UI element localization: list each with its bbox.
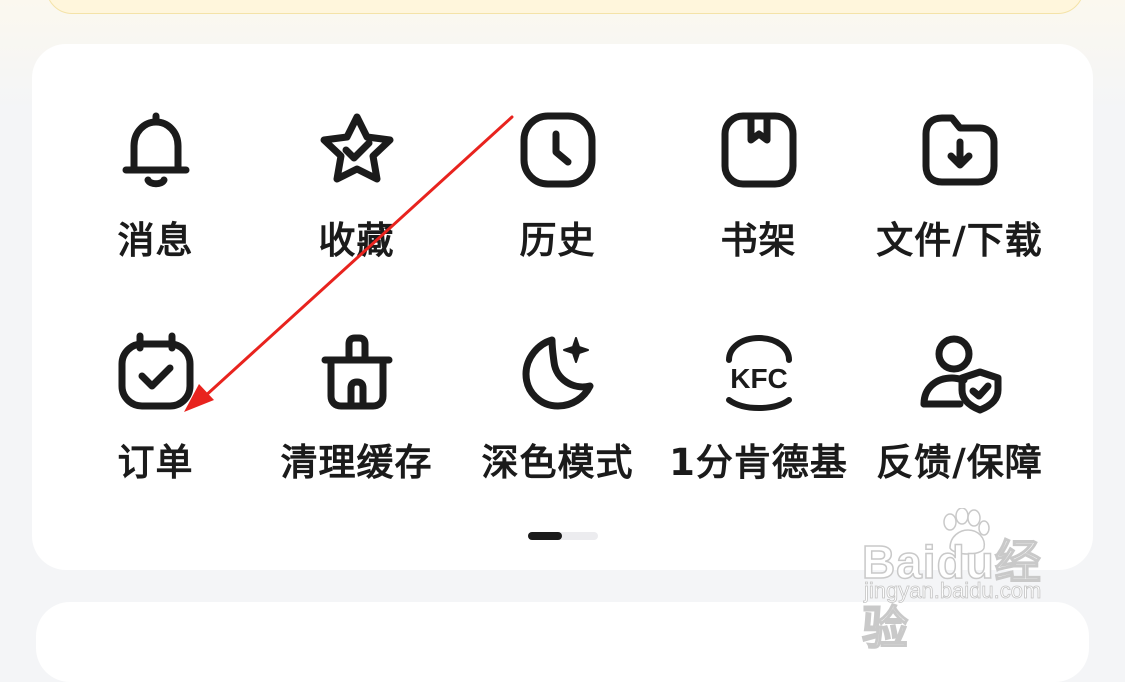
menu-item-orders[interactable]: 订单: [55, 326, 256, 508]
bookmark-icon: [717, 108, 801, 192]
menu-item-feedback-protection[interactable]: 反馈/保障: [859, 326, 1060, 508]
menu-item-label: 反馈/保障: [876, 441, 1043, 484]
watermark: Baidu经验 jingyan.baidu.com: [861, 508, 1072, 655]
top-banner[interactable]: [46, 0, 1084, 14]
clock-icon: [516, 108, 600, 192]
page-indicator[interactable]: [528, 532, 598, 540]
kfc-icon: KFC: [717, 330, 801, 414]
folder-download-icon: [918, 108, 1002, 192]
page-indicator-active: [528, 532, 562, 540]
menu-item-label: 收藏: [318, 219, 395, 262]
kfc-text: KFC: [730, 363, 788, 394]
menu-item-label: 清理缓存: [280, 441, 433, 484]
bell-icon: [114, 108, 198, 192]
menu-item-label: 1分肯德基: [669, 441, 848, 484]
menu-item-messages[interactable]: 消息: [55, 104, 256, 286]
menu-item-label: 订单: [117, 441, 194, 484]
menu-item-label: 历史: [519, 219, 596, 262]
menu-item-history[interactable]: 历史: [457, 104, 658, 286]
menu-grid: 消息 收藏 历史 书架 文件/下载 订单 清理缓存 深色模式 KFC 1分肯德基…: [32, 104, 1116, 508]
menu-item-label: 消息: [117, 219, 194, 262]
menu-item-dark-mode[interactable]: 深色模式: [457, 326, 658, 508]
menu-item-label: 书架: [720, 219, 797, 262]
star-icon: [315, 108, 399, 192]
moon-icon: [516, 330, 600, 414]
menu-item-bookshelf[interactable]: 书架: [658, 104, 859, 286]
menu-item-label: 文件/下载: [876, 219, 1043, 262]
menu-item-favorites[interactable]: 收藏: [256, 104, 457, 286]
menu-card: 消息 收藏 历史 书架 文件/下载 订单 清理缓存 深色模式 KFC 1分肯德基…: [32, 44, 1093, 570]
menu-item-label: 深色模式: [481, 441, 634, 484]
menu-item-clear-cache[interactable]: 清理缓存: [256, 326, 457, 508]
watermark-url: jingyan.baidu.com: [864, 578, 1042, 604]
menu-item-kfc-offer[interactable]: KFC 1分肯德基: [658, 326, 859, 508]
calendar-check-icon: [114, 330, 198, 414]
user-shield-icon: [918, 330, 1002, 414]
menu-item-files-downloads[interactable]: 文件/下载: [859, 104, 1060, 286]
trash-icon: [315, 330, 399, 414]
